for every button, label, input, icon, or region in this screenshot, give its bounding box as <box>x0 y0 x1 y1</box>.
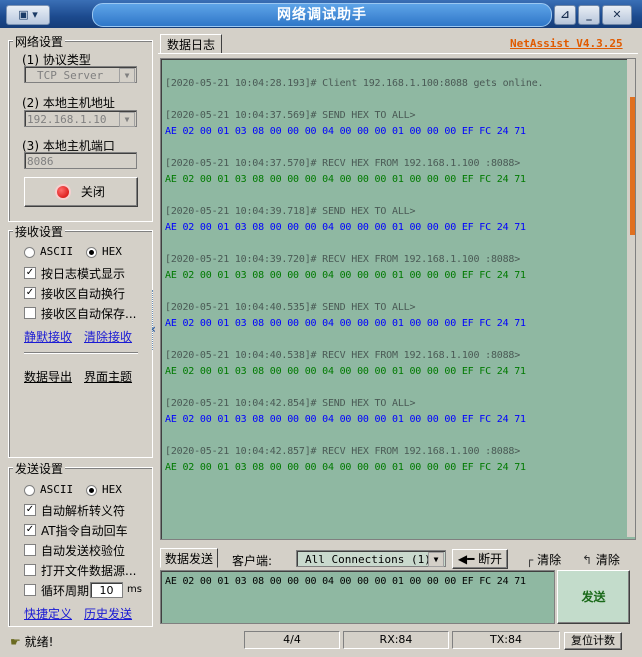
close-window-icon[interactable]: ✕ <box>602 5 632 25</box>
net-settings-title: 网络设置 <box>13 33 66 50</box>
recv-wrap-checkbox[interactable]: ✓ <box>24 287 36 299</box>
send-ascii-radio[interactable] <box>24 485 35 496</box>
file-source-checkbox[interactable] <box>24 564 36 576</box>
checksum-checkbox[interactable] <box>24 544 36 556</box>
log-header-line: [2020-05-21 10:04:39.720]# RECV HEX FROM… <box>165 254 521 265</box>
chevron-down-icon: ▼ <box>119 68 135 83</box>
status-light-icon <box>57 186 70 198</box>
minimize-icon[interactable]: _ <box>578 5 600 25</box>
chevron-down-icon: ▼ <box>119 112 135 127</box>
log-header-line: [2020-05-21 10:04:40.535]# SEND HEX TO A… <box>165 302 416 313</box>
shortcut-link[interactable]: 快捷定义 <box>24 605 72 622</box>
log-send-line: AE 02 00 01 03 08 00 00 00 04 00 00 00 0… <box>165 222 526 233</box>
chevron-down-icon: ▼ <box>428 552 444 567</box>
escape-parse-checkbox[interactable]: ✓ <box>24 504 36 516</box>
at-cr-checkbox[interactable]: ✓ <box>24 524 36 536</box>
send-input[interactable]: AE 02 00 01 03 08 00 00 00 04 00 00 00 0… <box>160 570 555 624</box>
history-link[interactable]: 历史发送 <box>84 605 132 622</box>
log-recv-line: AE 02 00 01 03 08 00 00 00 04 00 00 00 0… <box>165 270 526 281</box>
log-recv-line: AE 02 00 01 03 08 00 00 00 04 00 00 00 0… <box>165 366 526 377</box>
collapse-arrow-icon[interactable]: ‹ <box>151 322 156 336</box>
send-button[interactable]: 发送 <box>557 570 630 624</box>
theme-link[interactable]: 界面主题 <box>84 368 132 385</box>
log-mode-checkbox[interactable]: ✓ <box>24 267 36 279</box>
host-select[interactable]: 192.168.1.10 ▼ <box>24 110 137 127</box>
host-label: (2) 本地主机地址 <box>22 96 115 110</box>
system-menu-button[interactable]: ▣ ▾ <box>6 5 50 25</box>
disconnect-button[interactable]: ◀━ 断开 <box>452 549 508 569</box>
client-label: 客户端: <box>232 554 273 568</box>
port-input[interactable]: 8086 <box>24 152 137 169</box>
recv-settings-title: 接收设置 <box>13 223 66 240</box>
log-header-line: [2020-05-21 10:04:28.193]# Client 192.16… <box>165 78 544 89</box>
status-rx: RX:84 <box>343 631 449 649</box>
cycle-checkbox[interactable] <box>24 584 36 596</box>
log-header-line: [2020-05-21 10:04:37.570]# RECV HEX FROM… <box>165 158 521 169</box>
log-header-line: [2020-05-21 10:04:42.857]# RECV HEX FROM… <box>165 446 521 457</box>
log-recv-line: AE 02 00 01 03 08 00 00 00 04 00 00 00 0… <box>165 462 526 473</box>
reset-count-button[interactable]: 复位计数 <box>564 632 622 650</box>
pin-icon[interactable]: ⊿ <box>554 5 576 25</box>
clear-log-button[interactable]: ┌ 清除 <box>526 551 561 568</box>
export-data-link[interactable]: 数据导出 <box>24 368 72 385</box>
window-title: 网络调试助手 <box>92 3 552 27</box>
log-recv-line: AE 02 00 01 03 08 00 00 00 04 00 00 00 0… <box>165 174 526 185</box>
tab-data-send[interactable]: 数据发送 <box>160 548 218 568</box>
splitter-handle[interactable] <box>152 290 158 350</box>
hand-icon: ☛ <box>10 635 21 649</box>
send-payload: AE 02 00 01 03 08 00 00 00 04 00 00 00 0… <box>165 576 526 587</box>
log-send-line: AE 02 00 01 03 08 00 00 00 04 00 00 00 0… <box>165 126 526 137</box>
log-header-line: [2020-05-21 10:04:42.854]# SEND HEX TO A… <box>165 398 416 409</box>
recv-ascii-radio[interactable] <box>24 247 35 258</box>
broom-icon: ┌ <box>526 553 534 567</box>
log-send-line: AE 02 00 01 03 08 00 00 00 04 00 00 00 0… <box>165 318 526 329</box>
app-icon: ▣ <box>18 8 29 21</box>
clear-send-button[interactable]: ↰ 清除 <box>582 551 620 568</box>
client-select[interactable]: All Connections (1) ▼ <box>296 550 446 567</box>
log-scroll-thumb[interactable] <box>630 97 635 235</box>
status-count: 4/4 <box>244 631 340 649</box>
recv-autosave-checkbox[interactable] <box>24 307 36 319</box>
tab-data-log[interactable]: 数据日志 <box>160 34 222 54</box>
arrow-left-icon: ◀━ <box>457 552 475 566</box>
protocol-select[interactable]: TCP Server ▼ <box>24 66 137 83</box>
log-send-line: AE 02 00 01 03 08 00 00 00 04 00 00 00 0… <box>165 414 526 425</box>
brand-link[interactable]: NetAssist V4.3.25 <box>510 37 623 50</box>
log-header-line: [2020-05-21 10:04:37.569]# SEND HEX TO A… <box>165 110 416 121</box>
silent-receive-link[interactable]: 静默接收 <box>24 328 72 345</box>
undo-arrow-icon: ↰ <box>582 553 593 567</box>
send-settings-title: 发送设置 <box>13 460 66 477</box>
close-connection-button[interactable]: 关闭 <box>24 177 138 207</box>
recv-hex-radio[interactable] <box>86 247 97 258</box>
status-tx: TX:84 <box>452 631 560 649</box>
send-hex-radio[interactable] <box>86 485 97 496</box>
cycle-input[interactable]: 10 <box>90 582 123 598</box>
log-header-line: [2020-05-21 10:04:39.718]# SEND HEX TO A… <box>165 206 416 217</box>
divider <box>24 352 138 353</box>
clear-receive-link[interactable]: 清除接收 <box>84 328 132 345</box>
status-ready: ☛ 就绪! <box>10 635 54 649</box>
tab-line <box>158 53 638 54</box>
log-header-line: [2020-05-21 10:04:40.538]# RECV HEX FROM… <box>165 350 521 361</box>
